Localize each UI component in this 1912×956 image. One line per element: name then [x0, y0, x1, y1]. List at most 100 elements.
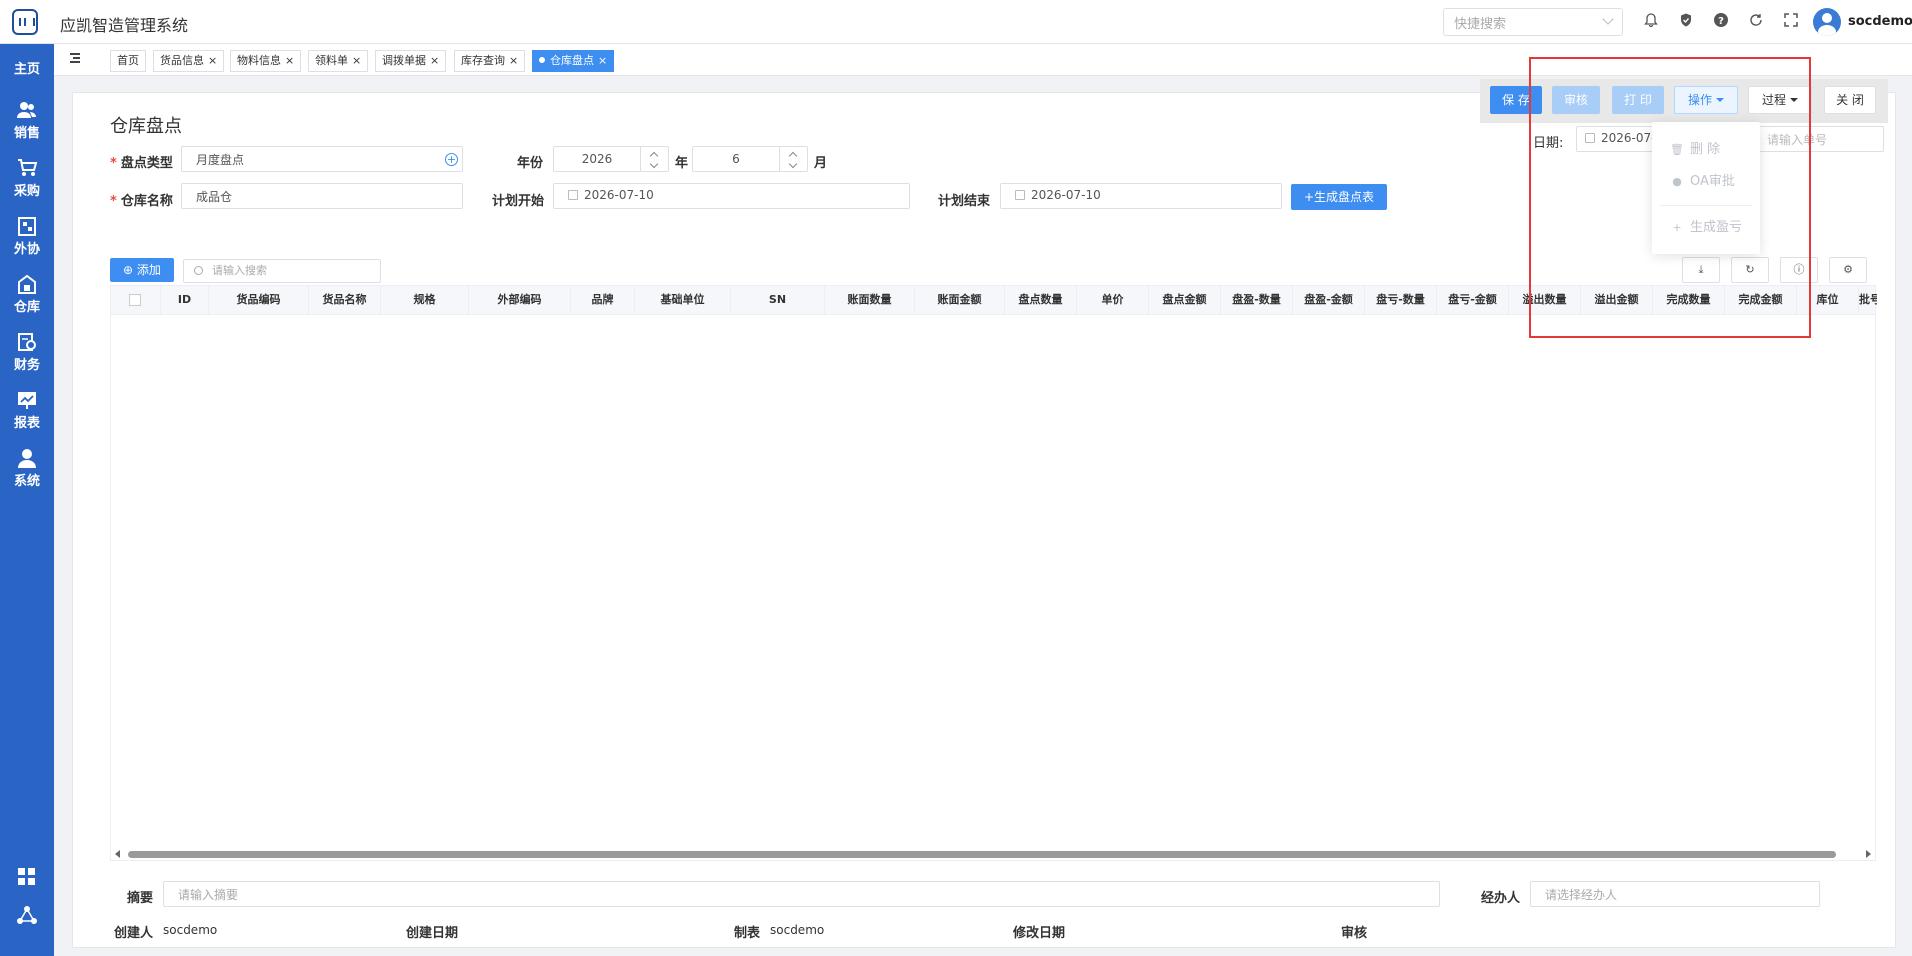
- creator-value: socdemo: [163, 923, 218, 937]
- summary-placeholder: 请输入摘要: [178, 888, 239, 902]
- scroll-right-icon[interactable]: [1866, 850, 1871, 858]
- tab-home[interactable]: 首页: [110, 50, 146, 72]
- sidebar-item-system[interactable]: 系统: [0, 448, 54, 489]
- stepper-arrows[interactable]: [779, 147, 807, 171]
- settings-gear-icon[interactable]: ⚙: [1829, 257, 1867, 283]
- sidebar-item-finance[interactable]: 财务: [0, 332, 54, 373]
- factory-icon: [16, 216, 38, 236]
- apps-grid-icon[interactable]: [16, 866, 38, 888]
- column-header[interactable]: 批号: [1859, 286, 1877, 314]
- sidebar-item-warehouse[interactable]: 仓库: [0, 274, 54, 315]
- tab-material-info[interactable]: 物料信息 ×: [230, 50, 302, 72]
- column-header[interactable]: 基础单位: [635, 286, 731, 314]
- tab-material-requisition[interactable]: 领料单 ×: [308, 50, 369, 72]
- generate-stocktake-button[interactable]: +生成盘点表: [1291, 184, 1387, 210]
- handler-select[interactable]: 请选择经办人: [1530, 881, 1820, 907]
- close-button[interactable]: 关 闭: [1824, 86, 1876, 114]
- close-icon[interactable]: ×: [285, 54, 294, 67]
- doc-number-input[interactable]: 请输入单号: [1750, 126, 1884, 152]
- column-header[interactable]: 规格: [381, 286, 469, 314]
- process-dropdown-button[interactable]: 过程: [1748, 86, 1812, 114]
- column-header[interactable]: 盘亏-数量: [1365, 286, 1437, 314]
- info-icon[interactable]: ⓘ: [1780, 257, 1818, 283]
- close-icon[interactable]: ×: [509, 54, 518, 67]
- column-header[interactable]: 完成金额: [1725, 286, 1797, 314]
- column-header[interactable]: 盘盈-金额: [1293, 286, 1365, 314]
- scroll-left-icon[interactable]: [115, 850, 120, 858]
- print-button[interactable]: 打 印: [1612, 86, 1664, 114]
- close-icon[interactable]: ×: [430, 54, 439, 67]
- stocktake-type-field[interactable]: 月度盘点 +: [181, 146, 463, 172]
- column-header[interactable]: 账面金额: [915, 286, 1005, 314]
- column-header[interactable]: 单价: [1077, 286, 1149, 314]
- sidebar-item-outsource[interactable]: 外协: [0, 216, 54, 257]
- plus-icon: +: [1303, 190, 1315, 204]
- year-stepper[interactable]: 2026: [553, 146, 669, 172]
- column-header[interactable]: 库位: [1797, 286, 1859, 314]
- download-icon[interactable]: ⤓: [1682, 257, 1720, 283]
- column-header[interactable]: 品牌: [571, 286, 635, 314]
- shield-icon[interactable]: [1676, 12, 1696, 32]
- tab-label: 调拨单据: [382, 54, 426, 67]
- close-icon[interactable]: ×: [208, 54, 217, 67]
- refresh-icon[interactable]: [1746, 12, 1766, 32]
- sidebar-item-sales[interactable]: 销售: [0, 100, 54, 141]
- column-header[interactable]: 货品编码: [209, 286, 309, 314]
- help-icon[interactable]: ?: [1711, 12, 1731, 32]
- column-header[interactable]: 盘盈-数量: [1221, 286, 1293, 314]
- column-header[interactable]: SN: [731, 286, 825, 314]
- tab-inventory-query[interactable]: 库存查询 ×: [454, 50, 526, 72]
- column-header[interactable]: 完成数量: [1653, 286, 1725, 314]
- add-row-button[interactable]: ⊕ 添加: [110, 258, 174, 282]
- column-header[interactable]: 盘点数量: [1005, 286, 1077, 314]
- tab-goods-info[interactable]: 货品信息 ×: [153, 50, 225, 72]
- column-header[interactable]: 盘点金额: [1149, 286, 1221, 314]
- column-header[interactable]: 溢出数量: [1509, 286, 1581, 314]
- select-all-cell[interactable]: [111, 286, 161, 314]
- summary-input[interactable]: 请输入摘要: [163, 881, 1440, 907]
- sidebar-item-report[interactable]: 报表: [0, 390, 54, 431]
- username[interactable]: socdemo: [1848, 14, 1912, 29]
- menu-item-oa-approval[interactable]: ● OA审批: [1652, 168, 1760, 196]
- sidebar-item-label: 财务: [13, 358, 40, 373]
- created-date-label: 创建日期: [406, 926, 459, 941]
- menu-collapse-icon[interactable]: [68, 52, 82, 66]
- save-button[interactable]: 保 存: [1490, 86, 1542, 114]
- menu-item-delete[interactable]: 🗑 删 除: [1652, 136, 1760, 164]
- tab-label: 首页: [117, 54, 139, 67]
- column-header[interactable]: 溢出金额: [1581, 286, 1653, 314]
- select-all-checkbox[interactable]: [129, 294, 141, 306]
- warehouse-name-field[interactable]: 成品仓: [181, 183, 463, 209]
- date-field[interactable]: 2026-07-1: [1576, 126, 1656, 152]
- month-stepper[interactable]: 6: [692, 146, 808, 172]
- plan-start-date-field[interactable]: 2026-07-10: [553, 183, 910, 209]
- refresh-icon[interactable]: ↻: [1731, 257, 1769, 283]
- plan-end-label: 计划结束: [938, 194, 991, 209]
- audit-button[interactable]: 审核: [1552, 86, 1600, 114]
- column-header[interactable]: ID: [161, 286, 209, 314]
- network-icon[interactable]: [16, 904, 38, 926]
- grid-search-placeholder: 请输入搜索: [212, 264, 267, 277]
- close-icon[interactable]: ×: [352, 54, 361, 67]
- add-circle-icon[interactable]: +: [445, 153, 458, 166]
- avatar[interactable]: [1813, 8, 1841, 36]
- close-icon[interactable]: ×: [598, 54, 607, 67]
- grid-search-input[interactable]: 请输入搜索: [183, 259, 381, 283]
- tab-warehouse-stocktake[interactable]: 仓库盘点 ×: [532, 50, 615, 72]
- sidebar-item-home[interactable]: 主页: [0, 58, 54, 77]
- menu-item-generate-profit-loss[interactable]: + 生成盈亏: [1652, 214, 1760, 242]
- column-header[interactable]: 货品名称: [309, 286, 381, 314]
- fullscreen-icon[interactable]: [1781, 12, 1801, 32]
- sidebar-item-purchase[interactable]: 采购: [0, 158, 54, 199]
- bell-icon[interactable]: [1641, 12, 1661, 32]
- column-header[interactable]: 外部编码: [469, 286, 571, 314]
- operate-label: 操作: [1687, 93, 1712, 107]
- stepper-arrows[interactable]: [640, 147, 668, 171]
- quick-search-select[interactable]: 快捷搜索: [1443, 8, 1623, 36]
- column-header[interactable]: 账面数量: [825, 286, 915, 314]
- tab-transfer-docs[interactable]: 调拨单据 ×: [375, 50, 447, 72]
- operate-dropdown-button[interactable]: 操作: [1674, 86, 1738, 114]
- horizontal-scrollbar[interactable]: [128, 851, 1836, 858]
- plan-end-date-field[interactable]: 2026-07-10: [1000, 183, 1282, 209]
- column-header[interactable]: 盘亏-金额: [1437, 286, 1509, 314]
